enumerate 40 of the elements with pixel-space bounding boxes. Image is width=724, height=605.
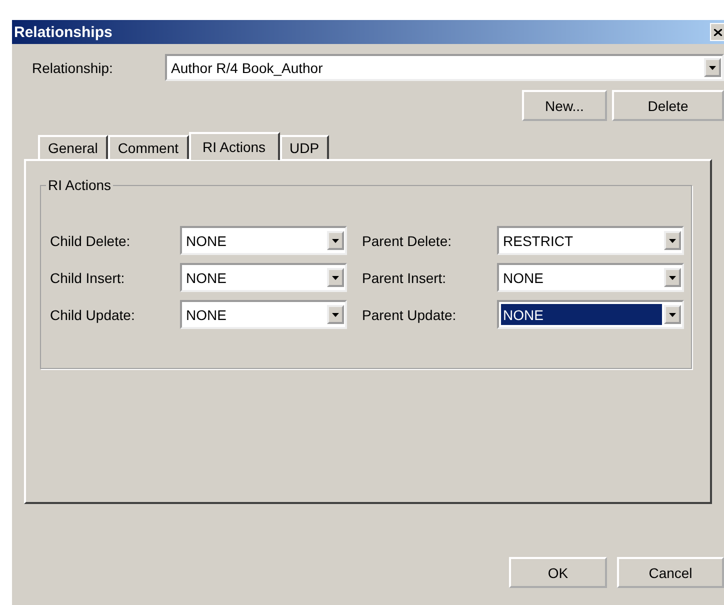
group-title: RI Actions <box>46 177 114 193</box>
dropdown-field[interactable]: NONE <box>497 300 684 329</box>
field-label: Parent Update: <box>361 306 458 322</box>
new-button[interactable]: New... <box>522 90 607 121</box>
dropdown-button[interactable] <box>327 305 344 324</box>
dropdown-arrow-icon <box>332 312 339 316</box>
window-title: Relationships <box>14 24 112 40</box>
ok-button[interactable]: OK <box>509 557 607 588</box>
dropdown-field[interactable]: NONE <box>180 226 347 255</box>
relationship-label: Relationship: <box>32 60 114 76</box>
field-label: Child Delete: <box>50 232 132 248</box>
dropdown-button[interactable] <box>327 231 344 250</box>
dropdown-field[interactable]: NONE <box>180 263 347 292</box>
field-label: Child Update: <box>50 306 136 322</box>
dropdown-arrow-icon <box>332 238 339 242</box>
tab[interactable]: RI Actions <box>188 132 280 160</box>
dropdown-field[interactable]: RESTRICT <box>497 226 684 255</box>
dropdown-button[interactable] <box>704 58 721 77</box>
tab[interactable]: UDP <box>280 135 330 159</box>
relationship-dropdown[interactable]: Author R/4 Book_Author <box>165 54 724 81</box>
tab[interactable]: General <box>38 135 108 159</box>
delete-button[interactable]: Delete <box>612 90 724 121</box>
dropdown-field[interactable]: NONE <box>497 263 684 292</box>
field-label: Parent Delete: <box>361 232 452 248</box>
dropdown-button[interactable] <box>664 268 681 287</box>
dropdown-arrow-icon <box>669 312 676 316</box>
dropdown-button[interactable] <box>664 231 681 250</box>
close-button[interactable] <box>710 23 724 41</box>
close-icon <box>714 28 722 36</box>
dropdown-arrow-icon <box>669 238 676 242</box>
dropdown-arrow-icon <box>332 276 339 280</box>
field-label: Parent Insert: <box>361 270 448 286</box>
dropdown-field[interactable]: NONE <box>180 300 347 329</box>
tab[interactable]: Comment <box>108 135 188 159</box>
dropdown-arrow-icon <box>669 276 676 280</box>
dropdown-button[interactable] <box>327 268 344 287</box>
field-label: Child Insert: <box>50 270 126 286</box>
dropdown-arrow-icon <box>709 66 716 70</box>
cancel-button[interactable]: Cancel <box>617 557 724 588</box>
dropdown-button[interactable] <box>664 305 681 324</box>
